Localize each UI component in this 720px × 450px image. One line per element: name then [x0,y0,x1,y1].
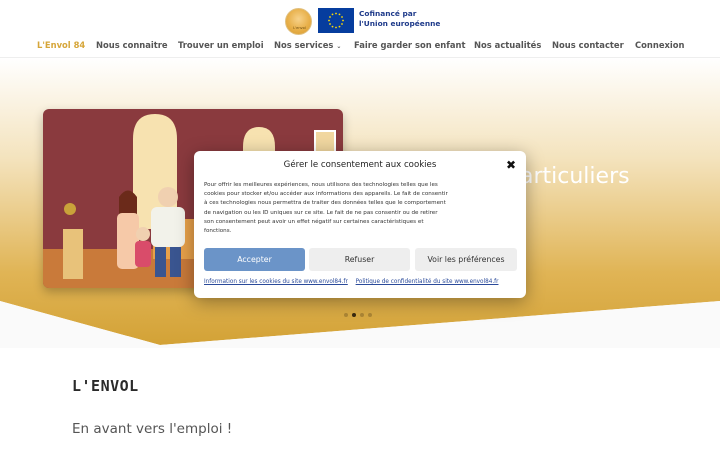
nav-item-trouver-emploi[interactable]: Trouver un emploi [178,40,264,50]
slider-dot-active[interactable] [352,313,356,317]
site-logo[interactable]: L'envol [285,8,312,35]
nav-item-nous-connaitre[interactable]: Nous connaitre [96,40,168,50]
nav-item-faire-garder[interactable]: Faire garder son enfant [354,40,466,50]
slider-dots [344,313,372,317]
slider-dot[interactable] [360,313,364,317]
section-title: L'ENVOL [72,377,139,395]
main-nav: L'Envol 84 Nous connaitre Trouver un emp… [0,40,720,52]
logo-text: L'envol [293,26,306,30]
chevron-down-icon: ⌄ [336,43,342,50]
refuse-button[interactable]: Refuser [309,248,410,271]
site-header: L'envol Cofinancé par l'Union européenne… [0,0,720,58]
eu-cofinance-label: Cofinancé par l'Union européenne [359,9,440,28]
cookie-consent-modal: Gérer le consentement aux cookies ✖ Pour… [194,151,526,298]
nav-item-connexion[interactable]: Connexion [635,40,685,50]
nav-item-contact[interactable]: Nous contacter [552,40,624,50]
eu-line-2: l'Union européenne [359,18,441,28]
close-icon[interactable]: ✖ [506,158,516,172]
eu-flag-icon [318,8,354,33]
nav-item-home[interactable]: L'Envol 84 [37,40,85,50]
modal-links: Information sur les cookies du site www.… [204,279,519,285]
privacy-policy-link[interactable]: Politique de confidentialité du site www… [356,279,499,285]
cookie-info-link[interactable]: Information sur les cookies du site www.… [204,279,348,285]
section-subtitle: En avant vers l'emploi ! [72,421,233,437]
nav-item-nos-services[interactable]: Nos services ⌄ [274,40,341,50]
eu-line-1: Cofinancé par [359,9,417,18]
modal-title: Gérer le consentement aux cookies [283,160,437,170]
nav-item-nos-services-label: Nos services [274,40,334,50]
accept-button[interactable]: Accepter [204,248,305,271]
modal-body-text: Pour offrir les meilleures expériences, … [204,182,448,235]
slider-dot[interactable] [344,313,348,317]
nav-item-actualites[interactable]: Nos actualités [474,40,541,50]
slider-dot[interactable] [368,313,372,317]
hero-heading: articuliers [520,164,630,189]
preferences-button[interactable]: Voir les préférences [415,248,517,271]
